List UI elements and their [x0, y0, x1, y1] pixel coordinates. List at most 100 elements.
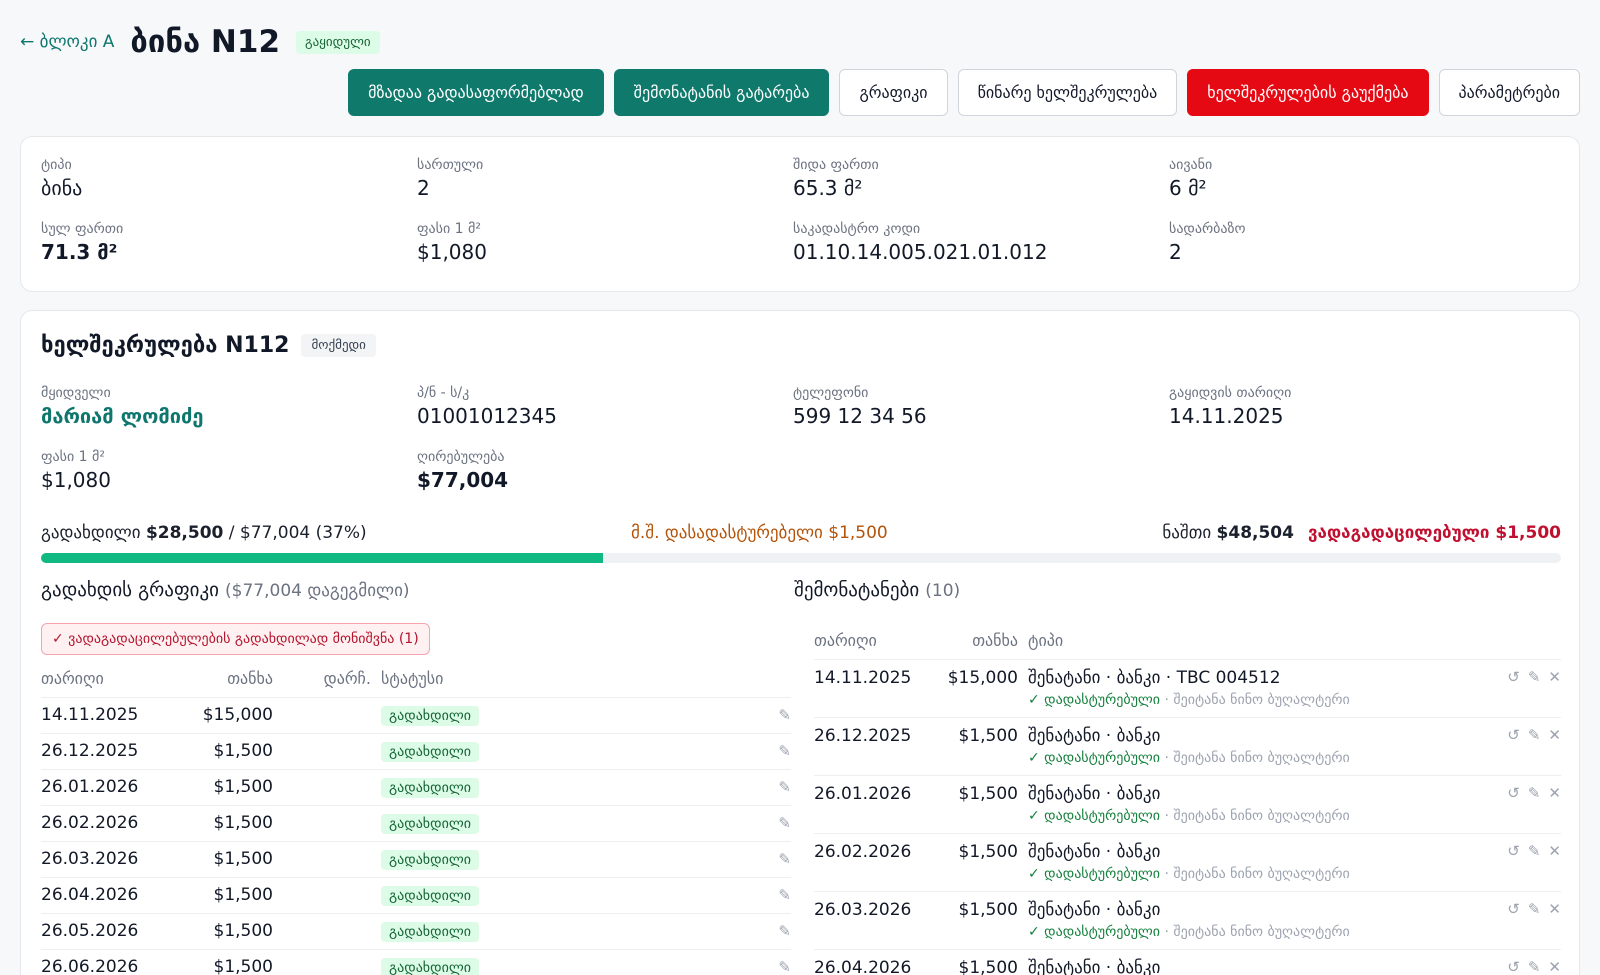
parameters-button[interactable]: პარამეტრები [1438, 69, 1580, 116]
phone-label: ტელეფონი [793, 385, 869, 401]
delete-icon[interactable]: ✕ [1548, 784, 1561, 802]
undo-icon[interactable]: ↺ [1507, 726, 1520, 744]
floor-value: 2 [417, 176, 430, 200]
schedule-remaining [273, 912, 381, 949]
schedule-amount: $1,500 [171, 732, 273, 769]
total-area-field: სულ ფართი 71.3 მ² [41, 221, 123, 264]
edit-icon[interactable]: ✎ [1528, 784, 1541, 802]
delete-icon[interactable]: ✕ [1548, 668, 1561, 686]
phone-value: 599 12 34 56 [793, 404, 927, 428]
schedule-button[interactable]: გრაფიკი [839, 69, 948, 116]
balcony-label: აივანი [1169, 157, 1213, 173]
schedule-remaining [273, 876, 381, 913]
edit-icon[interactable]: ✎ [1528, 842, 1541, 860]
undo-icon[interactable]: ↺ [1507, 900, 1520, 918]
income-amount: $1,500 [932, 948, 1028, 975]
edit-icon[interactable]: ✎ [681, 696, 791, 733]
schedule-status-cell: გადახდილი [381, 696, 681, 733]
schedule-title-text: გადახდის გრაფიკი [41, 579, 219, 601]
schedule-remaining [273, 696, 381, 733]
page-header: ← ბლოკი A ბინა N12 გაყიდული [20, 24, 380, 60]
remaining-amount: $48,504 [1216, 523, 1294, 543]
status-badge: გაყიდული [296, 30, 380, 54]
schedule-row: 26.04.2026 $1,500 გადახდილი ✎ [41, 876, 791, 913]
schedule-title: გადახდის გრაფიკი ($77,004 დაგეგმილი) [41, 579, 410, 601]
income-date: 26.01.2026 [814, 774, 932, 833]
entered-by: · შეიტანა ნინო ბუღალტერი [1160, 865, 1350, 882]
remaining-summary: ნაშთი $48,504 ვადაგადაცილებული $1,500 [1162, 523, 1561, 543]
buyer-link[interactable]: მარიამ ლომიძე [41, 404, 203, 428]
income-meta: ✓ დადასტურებული · შეიტანა ნინო ბუღალტერი [1028, 750, 1438, 766]
edit-icon[interactable]: ✎ [1528, 900, 1541, 918]
income-date: 26.03.2026 [814, 890, 932, 949]
schedule-amount: $1,500 [171, 804, 273, 841]
delete-icon[interactable]: ✕ [1548, 726, 1561, 744]
income-amount: $1,500 [932, 774, 1028, 833]
undo-icon[interactable]: ↺ [1507, 784, 1520, 802]
schedule-row: 26.02.2026 $1,500 გადახდილი ✎ [41, 804, 791, 841]
record-payment-button[interactable]: შემონატანის გატარება [613, 69, 830, 116]
income-amount: $1,500 [932, 832, 1028, 891]
income-col-type: ტიპი [1028, 631, 1064, 651]
floor-label: სართული [417, 157, 484, 173]
schedule-amount: $1,500 [171, 912, 273, 949]
entered-by: · შეიტანა ნინო ბუღალტერი [1160, 691, 1350, 708]
edit-icon[interactable]: ✎ [1528, 726, 1541, 744]
income-date: 26.02.2026 [814, 832, 932, 891]
delete-icon[interactable]: ✕ [1548, 900, 1561, 918]
income-type: შენატანი · ბანკი [1028, 899, 1161, 920]
mark-overdue-paid-button[interactable]: ✓ ვადაგადაცილებულების გადახდილად მონიშვნ… [41, 623, 430, 655]
undo-icon[interactable]: ↺ [1507, 668, 1520, 686]
schedule-row: 26.05.2026 $1,500 გადახდილი ✎ [41, 912, 791, 949]
edit-icon[interactable]: ✎ [681, 840, 791, 877]
schedule-status-cell: გადახდილი [381, 948, 681, 975]
col-date: თარიღი [41, 669, 104, 689]
back-link[interactable]: ← ბლოკი A [20, 32, 114, 52]
balcony-value: 6 მ² [1169, 176, 1207, 200]
undo-icon[interactable]: ↺ [1507, 958, 1520, 975]
edit-icon[interactable]: ✎ [681, 948, 791, 975]
schedule-date: 26.12.2025 [41, 732, 171, 769]
undo-icon[interactable]: ↺ [1507, 842, 1520, 860]
delete-icon[interactable]: ✕ [1548, 958, 1561, 975]
schedule-date: 26.06.2026 [41, 948, 171, 975]
ready-for-transfer-button[interactable]: მზადაა გადასაფორმებლად [348, 69, 604, 116]
paid-status-badge: გადახდილი [381, 850, 479, 870]
confirmed-status: ✓ დადასტურებული [1028, 749, 1161, 766]
edit-icon[interactable]: ✎ [681, 804, 791, 841]
paid-label: გადახდილი [41, 523, 141, 543]
edit-icon[interactable]: ✎ [1528, 668, 1541, 686]
schedule-row: 14.11.2025 $15,000 გადახდილი ✎ [41, 696, 791, 733]
contract-price-value: $1,080 [41, 468, 111, 492]
confirmed-status: ✓ დადასტურებული [1028, 691, 1161, 708]
payment-summary: გადახდილი $28,500 / $77,004 (37%) მ.შ. დ… [41, 523, 1561, 547]
entered-by: · შეიტანა ნინო ბუღალტერი [1160, 749, 1350, 766]
preliminary-contract-button[interactable]: წინარე ხელშეკრულება [957, 69, 1178, 116]
schedule-date: 26.03.2026 [41, 840, 171, 877]
edit-icon[interactable]: ✎ [1528, 958, 1541, 975]
schedule-row: 26.01.2026 $1,500 გადახდილი ✎ [41, 768, 791, 805]
income-meta: ✓ დადასტურებული · შეიტანა ნინო ბუღალტერი [1028, 692, 1438, 708]
edit-icon[interactable]: ✎ [681, 876, 791, 913]
balcony-field: აივანი 6 მ² [1169, 157, 1212, 200]
inner-area-field: შიდა ფართი 65.3 მ² [793, 157, 879, 200]
schedule-row: 26.12.2025 $1,500 გადახდილი ✎ [41, 732, 791, 769]
income-amount: $1,500 [932, 890, 1028, 949]
schedule-status-cell: გადახდილი [381, 732, 681, 769]
income-type: შენატანი · ბანკი [1028, 783, 1161, 804]
confirmed-status: ✓ დადასტურებული [1028, 923, 1161, 940]
edit-icon[interactable]: ✎ [681, 732, 791, 769]
income-type: შენატანი · ბანკი [1028, 841, 1161, 862]
income-date: 14.11.2025 [814, 658, 932, 717]
price-field: ფასი 1 მ² $1,080 [417, 221, 487, 264]
page-title: ბინა N12 [130, 24, 281, 60]
income-date: 26.12.2025 [814, 716, 932, 775]
cancel-contract-button[interactable]: ხელშეკრულების გაუქმება [1187, 69, 1429, 116]
edit-icon[interactable]: ✎ [681, 768, 791, 805]
edit-icon[interactable]: ✎ [681, 912, 791, 949]
paid-status-badge: გადახდილი [381, 706, 479, 726]
col-status: სტატუსი [381, 669, 444, 689]
schedule-row: 26.06.2026 $1,500 გადახდილი ✎ [41, 948, 791, 975]
personal-id-field: პ/ნ - ს/კ 01001012345 [417, 385, 557, 428]
delete-icon[interactable]: ✕ [1548, 842, 1561, 860]
